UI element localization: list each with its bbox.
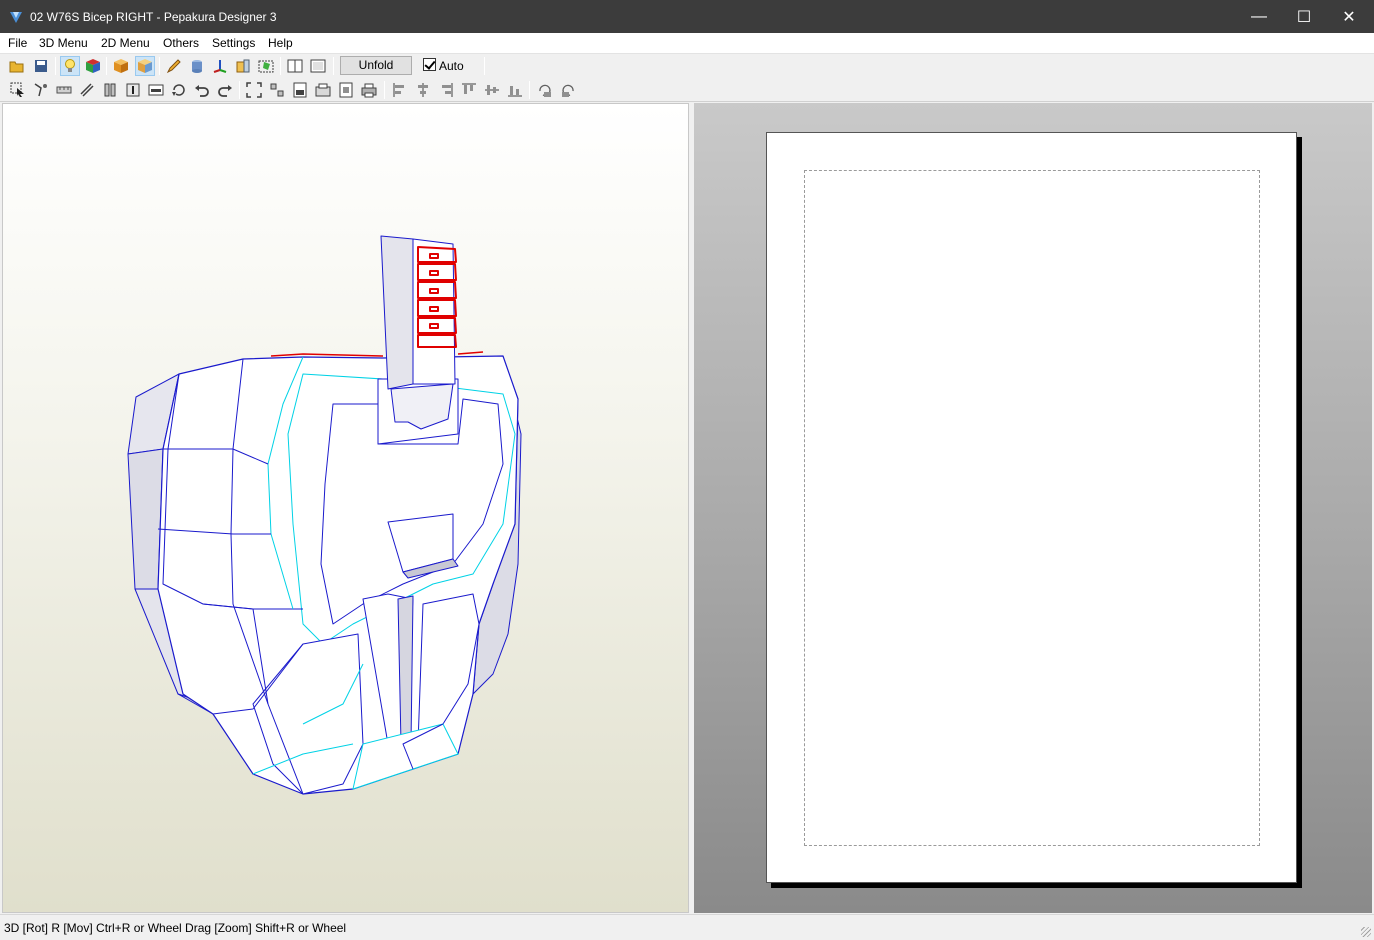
join-icon[interactable] — [267, 80, 287, 100]
menu-others[interactable]: Others — [163, 36, 199, 50]
status-bar: 3D [Rot] R [Mov] Ctrl+R or Wheel Drag [Z… — [0, 914, 1374, 940]
text-icon[interactable] — [123, 80, 143, 100]
align-middle-icon[interactable] — [482, 80, 502, 100]
menu-settings[interactable]: Settings — [212, 36, 255, 50]
toolbar-separator — [384, 81, 385, 99]
edit-toolbar — [0, 78, 1374, 102]
align-right-icon[interactable] — [436, 80, 456, 100]
print-area — [804, 170, 1260, 846]
menu-3d[interactable]: 3D Menu — [39, 36, 88, 50]
page-number-icon[interactable] — [290, 80, 310, 100]
align-top-icon[interactable] — [459, 80, 479, 100]
menu-help[interactable]: Help — [268, 36, 293, 50]
toolbar-separator — [333, 57, 334, 75]
toolbar-separator — [280, 57, 281, 75]
close-button[interactable]: ✕ — [1326, 0, 1372, 33]
split-part-icon[interactable] — [100, 80, 120, 100]
window-split-icon[interactable] — [308, 56, 328, 76]
rotate-part-icon[interactable] — [169, 80, 189, 100]
redo-icon[interactable] — [215, 80, 235, 100]
page-setup-icon[interactable] — [313, 80, 333, 100]
texture-cube-icon[interactable] — [83, 56, 103, 76]
toolbar-separator — [529, 81, 530, 99]
toolbar-separator — [106, 57, 107, 75]
light-bulb-icon[interactable] — [60, 56, 80, 76]
select-icon[interactable] — [8, 80, 28, 100]
menu-file[interactable]: File — [8, 36, 27, 50]
rotate-90-icon[interactable] — [558, 80, 578, 100]
auto-checkbox[interactable] — [423, 58, 436, 71]
flap-icon[interactable] — [256, 56, 276, 76]
3d-model[interactable] — [3, 104, 689, 913]
main-toolbar — [0, 54, 1374, 78]
auto-label: Auto — [439, 59, 464, 73]
path-icon[interactable] — [31, 80, 51, 100]
fit-icon[interactable] — [244, 80, 264, 100]
print-icon[interactable] — [359, 80, 379, 100]
maximize-button[interactable]: ☐ — [1281, 0, 1327, 33]
toolbar-separator — [484, 57, 485, 75]
app-icon — [10, 12, 22, 23]
toolbar-separator — [239, 81, 240, 99]
edge-lines-icon[interactable] — [77, 80, 97, 100]
cylinder-icon[interactable] — [187, 56, 207, 76]
zoom-page-icon[interactable] — [336, 80, 356, 100]
part-icon[interactable] — [233, 56, 253, 76]
menu-bar: File 3D Menu 2D Menu Others Settings Hel… — [0, 33, 1374, 54]
toolbar-separator — [55, 57, 56, 75]
title-bar: 02 W76S Bicep RIGHT - Pepakura Designer … — [0, 0, 1374, 33]
status-text: 3D [Rot] R [Mov] Ctrl+R or Wheel Drag [Z… — [4, 921, 347, 935]
window-single-icon[interactable] — [285, 56, 305, 76]
resize-grip-icon[interactable] — [1361, 927, 1371, 937]
unfold-button[interactable]: Unfold — [340, 56, 412, 75]
cube-view-icon[interactable] — [135, 56, 155, 76]
paper-sheet[interactable] — [766, 132, 1297, 883]
axis-icon[interactable] — [210, 56, 230, 76]
3d-view[interactable] — [2, 103, 689, 913]
toolbar-separator — [159, 57, 160, 75]
cube-orange-icon[interactable] — [111, 56, 131, 76]
2d-view[interactable] — [694, 103, 1372, 913]
align-left-icon[interactable] — [390, 80, 410, 100]
rotate-30-icon[interactable] — [535, 80, 555, 100]
open-icon[interactable] — [7, 56, 27, 76]
align-center-icon[interactable] — [413, 80, 433, 100]
minimize-button[interactable]: — — [1236, 0, 1282, 33]
save-icon[interactable] — [31, 56, 51, 76]
pencil-edge-icon[interactable] — [164, 56, 184, 76]
undo-icon[interactable] — [192, 80, 212, 100]
window-title: 02 W76S Bicep RIGHT - Pepakura Designer … — [30, 10, 277, 24]
ruler-icon[interactable] — [54, 80, 74, 100]
menu-2d[interactable]: 2D Menu — [101, 36, 150, 50]
align-bottom-icon[interactable] — [505, 80, 525, 100]
image-icon[interactable] — [146, 80, 166, 100]
